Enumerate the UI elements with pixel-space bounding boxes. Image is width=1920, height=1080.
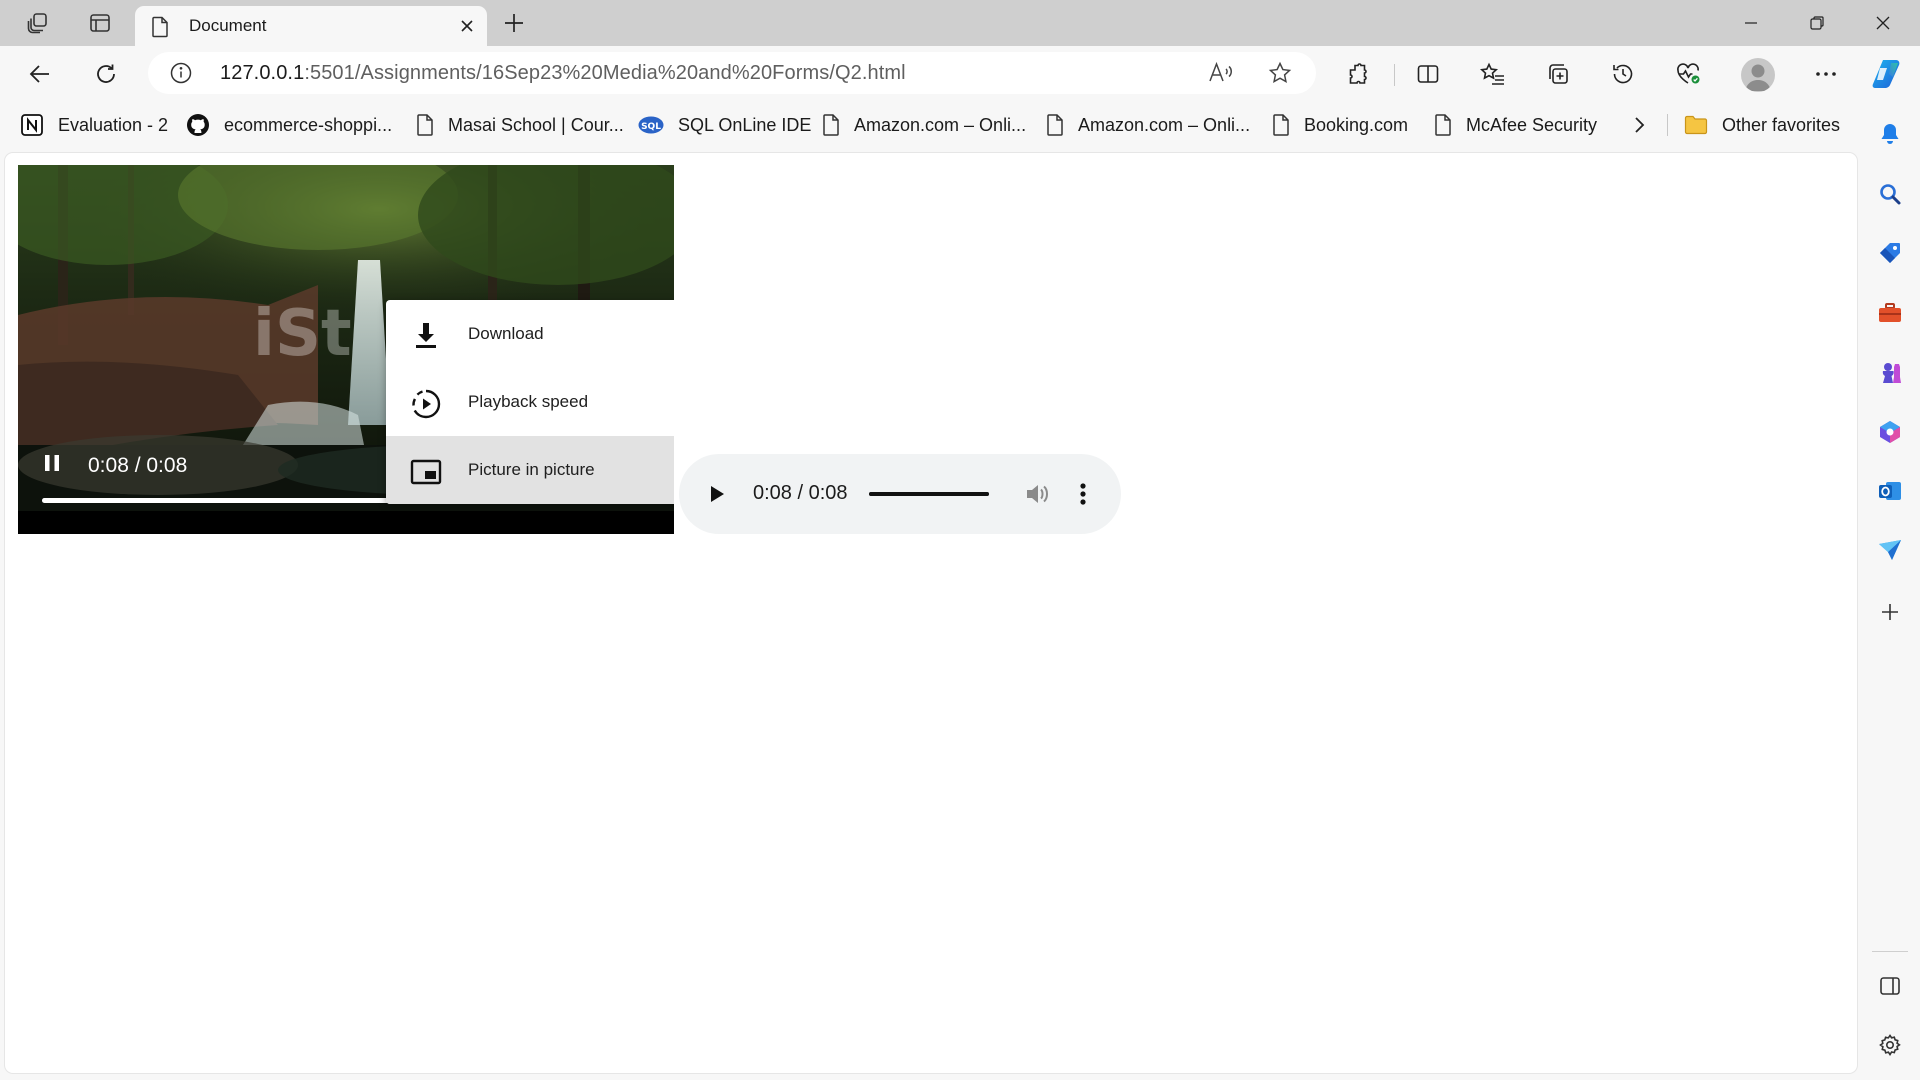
tools-briefcase-icon[interactable] [1872, 295, 1908, 331]
favorite-item[interactable]: Booking.com [1272, 111, 1408, 139]
search-icon[interactable] [1872, 176, 1908, 212]
shopping-tag-icon[interactable] [1872, 235, 1908, 271]
favorite-label: ecommerce-shoppi... [224, 114, 393, 135]
drop-send-icon[interactable] [1872, 532, 1908, 568]
menu-label: Picture in picture [468, 460, 595, 479]
toolbar: 127.0.0.1:5501/Assignments/16Sep23%20Med… [0, 46, 1920, 102]
sidebar-divider [1872, 951, 1908, 952]
page-icon [151, 16, 169, 38]
favorite-item[interactable]: Amazon.com – Onli... [822, 111, 1026, 139]
close-tab-icon[interactable] [455, 14, 479, 38]
url-text[interactable]: 127.0.0.1:5501/Assignments/16Sep23%20Med… [220, 62, 906, 85]
restore-icon[interactable] [1784, 0, 1850, 46]
favorite-item[interactable]: Amazon.com – Onli... [1046, 111, 1250, 139]
games-chess-icon[interactable] [1872, 354, 1908, 390]
extensions-icon[interactable] [1340, 56, 1376, 92]
favorite-label: Booking.com [1304, 114, 1409, 135]
sql-icon: SQL [638, 115, 664, 135]
site-info-icon[interactable] [170, 62, 192, 84]
address-bar[interactable]: 127.0.0.1:5501/Assignments/16Sep23%20Med… [148, 52, 1316, 94]
audio-progress-bar[interactable] [869, 492, 989, 496]
copilot-icon[interactable] [1868, 54, 1908, 94]
audio-progress-fill [869, 492, 989, 496]
outlook-icon[interactable] [1872, 473, 1908, 509]
favorite-label: Evaluation - 2 [58, 114, 169, 135]
sidebar-settings-gear-icon[interactable] [1872, 1027, 1908, 1063]
page-content: iSt 0:08 / 0:08 Download Playback speed … [5, 153, 1857, 1073]
favorite-label: Amazon.com – Onli... [1078, 114, 1251, 135]
more-options-icon[interactable] [1808, 56, 1844, 92]
favorite-label: Masai School | Cour... [448, 114, 624, 135]
read-aloud-icon[interactable] [1208, 61, 1234, 85]
close-window-icon[interactable] [1850, 0, 1916, 46]
video-options-menu: Download Playback speed Picture in pictu… [386, 300, 674, 504]
new-tab-icon[interactable] [498, 7, 530, 39]
microsoft-365-icon[interactable] [1872, 414, 1908, 450]
favorites-divider [1667, 114, 1668, 136]
picture-in-picture-icon [410, 456, 442, 488]
minimize-icon[interactable] [1718, 0, 1784, 46]
menu-item-picture-in-picture[interactable]: Picture in picture [386, 436, 674, 504]
download-icon [410, 320, 442, 352]
more-favorites-chevron-icon[interactable] [1632, 111, 1646, 139]
menu-label: Download [468, 324, 544, 343]
browser-essentials-icon[interactable] [1670, 56, 1706, 92]
favorite-star-icon[interactable] [1268, 61, 1292, 85]
favorite-label: McAfee Security [1466, 114, 1598, 135]
tab-title: Document [189, 16, 267, 35]
page-icon [1272, 113, 1290, 137]
svg-text:SQL: SQL [641, 122, 661, 132]
play-icon[interactable] [703, 480, 731, 508]
favorite-item[interactable]: McAfee Security [1434, 111, 1597, 139]
audio-time: 0:08 / 0:08 [753, 482, 848, 504]
favorite-item[interactable]: Masai School | Cour... [416, 111, 624, 139]
refresh-icon[interactable] [88, 56, 124, 92]
page-icon [1046, 113, 1064, 137]
back-icon[interactable] [22, 56, 58, 92]
favorite-item[interactable]: SQL SQL OnLine IDE [638, 111, 811, 139]
add-sidebar-app-icon[interactable] [1872, 594, 1908, 630]
page-icon [416, 113, 434, 137]
tab-document[interactable]: Document [135, 6, 487, 46]
toolbar-divider [1394, 64, 1395, 86]
other-favorites-folder[interactable]: Other favorites [1684, 111, 1840, 139]
url-host: 127.0.0.1 [220, 62, 305, 84]
tab-strip: Document [0, 0, 1920, 46]
video-player[interactable]: iSt 0:08 / 0:08 Download Playback speed … [18, 165, 674, 534]
playback-speed-icon [410, 388, 442, 420]
notion-icon [20, 113, 44, 137]
favorites-icon[interactable] [1475, 56, 1511, 92]
folder-icon [1684, 115, 1708, 135]
favorite-item[interactable]: Evaluation - 2 [20, 111, 168, 139]
github-icon [186, 113, 210, 137]
edge-sidebar [1860, 102, 1920, 1080]
url-path: :5501/Assignments/16Sep23%20Media%20and%… [304, 62, 906, 84]
other-favorites-label: Other favorites [1722, 114, 1841, 135]
favorites-bar: Evaluation - 2 ecommerce-shoppi... Masai… [0, 102, 1860, 148]
favorite-item[interactable]: ecommerce-shoppi... [186, 111, 392, 139]
video-time: 0:08 / 0:08 [88, 454, 188, 477]
menu-item-playback-speed[interactable]: Playback speed [386, 368, 674, 436]
favorite-label: SQL OnLine IDE [678, 114, 812, 135]
hide-sidebar-icon[interactable] [1872, 968, 1908, 1004]
volume-icon[interactable] [1023, 480, 1051, 508]
menu-item-download[interactable]: Download [386, 300, 674, 368]
page-icon [1434, 113, 1452, 137]
workspaces-icon[interactable] [22, 7, 54, 39]
vertical-tabs-icon[interactable] [84, 7, 116, 39]
notifications-bell-icon[interactable] [1872, 116, 1908, 152]
audio-more-options-icon[interactable] [1069, 480, 1097, 508]
split-screen-icon[interactable] [1410, 56, 1446, 92]
pause-icon[interactable] [40, 451, 64, 475]
collections-icon[interactable] [1540, 56, 1576, 92]
history-icon[interactable] [1605, 56, 1641, 92]
favorite-label: Amazon.com – Onli... [854, 114, 1027, 135]
profile-avatar[interactable] [1741, 58, 1775, 92]
audio-player[interactable]: 0:08 / 0:08 [679, 454, 1121, 534]
menu-label: Playback speed [468, 392, 589, 411]
page-icon [822, 113, 840, 137]
